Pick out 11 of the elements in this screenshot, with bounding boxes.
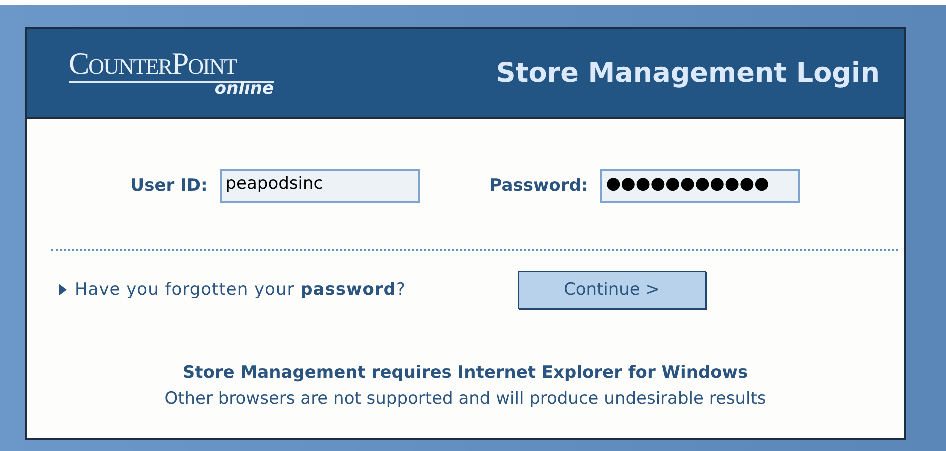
input-field[interactable]: ●●●●●●●●●●● [600,169,800,203]
notice-heading: Store Management requires Internet Explorer for Windows [182,362,750,385]
logo-wordmark: CounterPoint [69,48,274,82]
page-title: Store Management Login [496,58,880,88]
triangle-bullet-icon [59,284,67,296]
notice-text: Other browsers are not supported and will produce undesirable results [164,388,768,410]
field-label: User ID: [130,176,208,196]
continue-button[interactable]: Continue > [518,271,706,309]
forgot-password-link[interactable]: Have you forgotten your password? [75,280,406,300]
field-label: Password: [490,176,588,196]
input-field[interactable]: peapodsinc [220,169,420,203]
